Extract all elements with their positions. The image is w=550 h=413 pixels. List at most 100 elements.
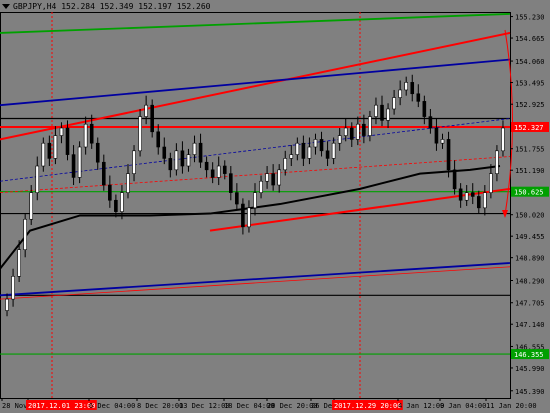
- candle-body: [380, 104, 384, 121]
- y-tick-label-2: 154.060: [515, 58, 545, 66]
- candle-body: [229, 173, 233, 193]
- chart-window[interactable]: 155.230 154.665 154.060 153.495 152.925 152.3…: [0, 0, 550, 413]
- candle-body: [452, 169, 457, 190]
- candle-body: [307, 146, 312, 159]
- candle-body: [168, 158, 173, 171]
- candle-body: [313, 139, 318, 148]
- y-tick-label-16: 145.990: [515, 365, 545, 373]
- candle-body: [95, 142, 100, 163]
- candle-body: [180, 150, 185, 167]
- candle-body: [265, 173, 269, 182]
- candle-body: [17, 249, 21, 277]
- trend-line-0: [0, 13, 511, 34]
- ohlc-readout: 152.284 152.349 152.197 152.260: [61, 2, 211, 11]
- x-tick-label-9: 4 Jan 12:00: [398, 402, 444, 410]
- candle-body: [89, 123, 94, 144]
- candle-body: [398, 89, 402, 98]
- x-tick-label-10: 9 Jan 04:00: [440, 402, 486, 410]
- y-tick-label-3: 153.495: [515, 80, 545, 88]
- candle-body: [59, 127, 64, 136]
- price-label-2: 146.355: [514, 351, 544, 359]
- candle-body: [410, 82, 415, 95]
- y-tick-label-12: 148.290: [515, 277, 545, 285]
- candle-body: [144, 104, 148, 117]
- candle-body: [295, 142, 300, 155]
- candle-body: [349, 127, 354, 140]
- candle-body: [210, 169, 215, 178]
- y-tick-label-13: 147.705: [515, 300, 545, 308]
- candle-body: [5, 298, 9, 311]
- x-tick-label-2: 6 Dec 04:00: [89, 402, 135, 410]
- y-tick-label-0: 155.230: [515, 14, 545, 22]
- symbol-timeframe: GBPJPY,H4: [13, 2, 57, 11]
- y-tick-label-14: 147.140: [515, 321, 545, 329]
- candle-body: [283, 158, 288, 171]
- x-tick-label-8: 2017.12.29 20:00: [334, 402, 401, 410]
- candle-body: [216, 165, 221, 178]
- candle-body: [192, 142, 197, 155]
- x-tick-label-3: 8 Dec 20:00: [137, 402, 183, 410]
- candle-body: [71, 154, 76, 178]
- candle-body: [83, 123, 88, 148]
- candle-body: [114, 199, 118, 212]
- candle-body: [368, 116, 372, 136]
- triangle-down-icon[interactable]: [2, 4, 10, 9]
- candle-body: [132, 150, 136, 174]
- candle-body: [186, 154, 191, 167]
- y-tick-label-11: 148.890: [515, 255, 545, 263]
- candle-body: [156, 131, 161, 148]
- candle-body: [138, 116, 142, 152]
- candle-body: [41, 142, 46, 167]
- candle-body: [343, 127, 348, 136]
- x-tick-label-4: 13 Dec 12:00: [179, 402, 230, 410]
- candle-body: [29, 192, 34, 220]
- trend-line-4: [0, 262, 511, 297]
- candle-body: [483, 192, 487, 209]
- trend-line-2: [0, 58, 511, 107]
- candle-body: [289, 154, 294, 159]
- candle-body: [247, 207, 251, 228]
- candle-body: [501, 127, 505, 152]
- candle-body: [162, 146, 167, 159]
- x-tick-label-6: 20 Dec 20:00: [267, 402, 318, 410]
- candle-body: [464, 192, 469, 201]
- y-tick-label-4: 152.925: [515, 101, 545, 109]
- candle-body: [174, 150, 179, 171]
- candle-body: [53, 135, 58, 159]
- y-tick-label-9: 150.020: [515, 212, 545, 220]
- candle-body: [319, 139, 324, 152]
- candle-body: [65, 127, 70, 155]
- candle-body: [325, 150, 330, 159]
- candle-body: [392, 97, 396, 110]
- candle-body: [277, 169, 281, 186]
- candle-body: [440, 139, 445, 144]
- candle-body: [11, 276, 15, 300]
- candle-body: [35, 165, 40, 193]
- candle-body: [489, 173, 493, 193]
- candle-body: [271, 173, 275, 186]
- chart-header: GBPJPY,H4 152.284 152.349 152.197 152.26…: [2, 2, 211, 11]
- candle-body: [428, 116, 433, 129]
- candle-body: [204, 161, 209, 171]
- candle-body: [495, 150, 499, 174]
- candle-body: [458, 188, 463, 201]
- price-chart[interactable]: 155.230 154.665 154.060 153.495 152.925 152.3…: [0, 0, 550, 413]
- candle-body: [446, 139, 451, 171]
- y-tick-label-10: 149.455: [515, 233, 545, 241]
- candle-body: [301, 142, 306, 159]
- price-label-0: 152.327: [514, 124, 544, 132]
- candle-body: [253, 192, 257, 209]
- y-tick-label-17: 145.390: [515, 388, 545, 396]
- candle-body: [23, 218, 27, 250]
- candle-body: [331, 142, 336, 159]
- candle-body: [386, 108, 390, 121]
- candle-body: [416, 93, 421, 102]
- candle-body: [337, 135, 342, 144]
- candle-body: [47, 142, 52, 159]
- candle-body: [434, 127, 439, 144]
- x-tick-label-11: 11 Jan 20:00: [486, 402, 537, 410]
- y-tick-label-7: 151.190: [515, 167, 545, 175]
- candle-body: [198, 142, 203, 163]
- candle-body: [422, 101, 427, 117]
- candle-body: [222, 165, 227, 174]
